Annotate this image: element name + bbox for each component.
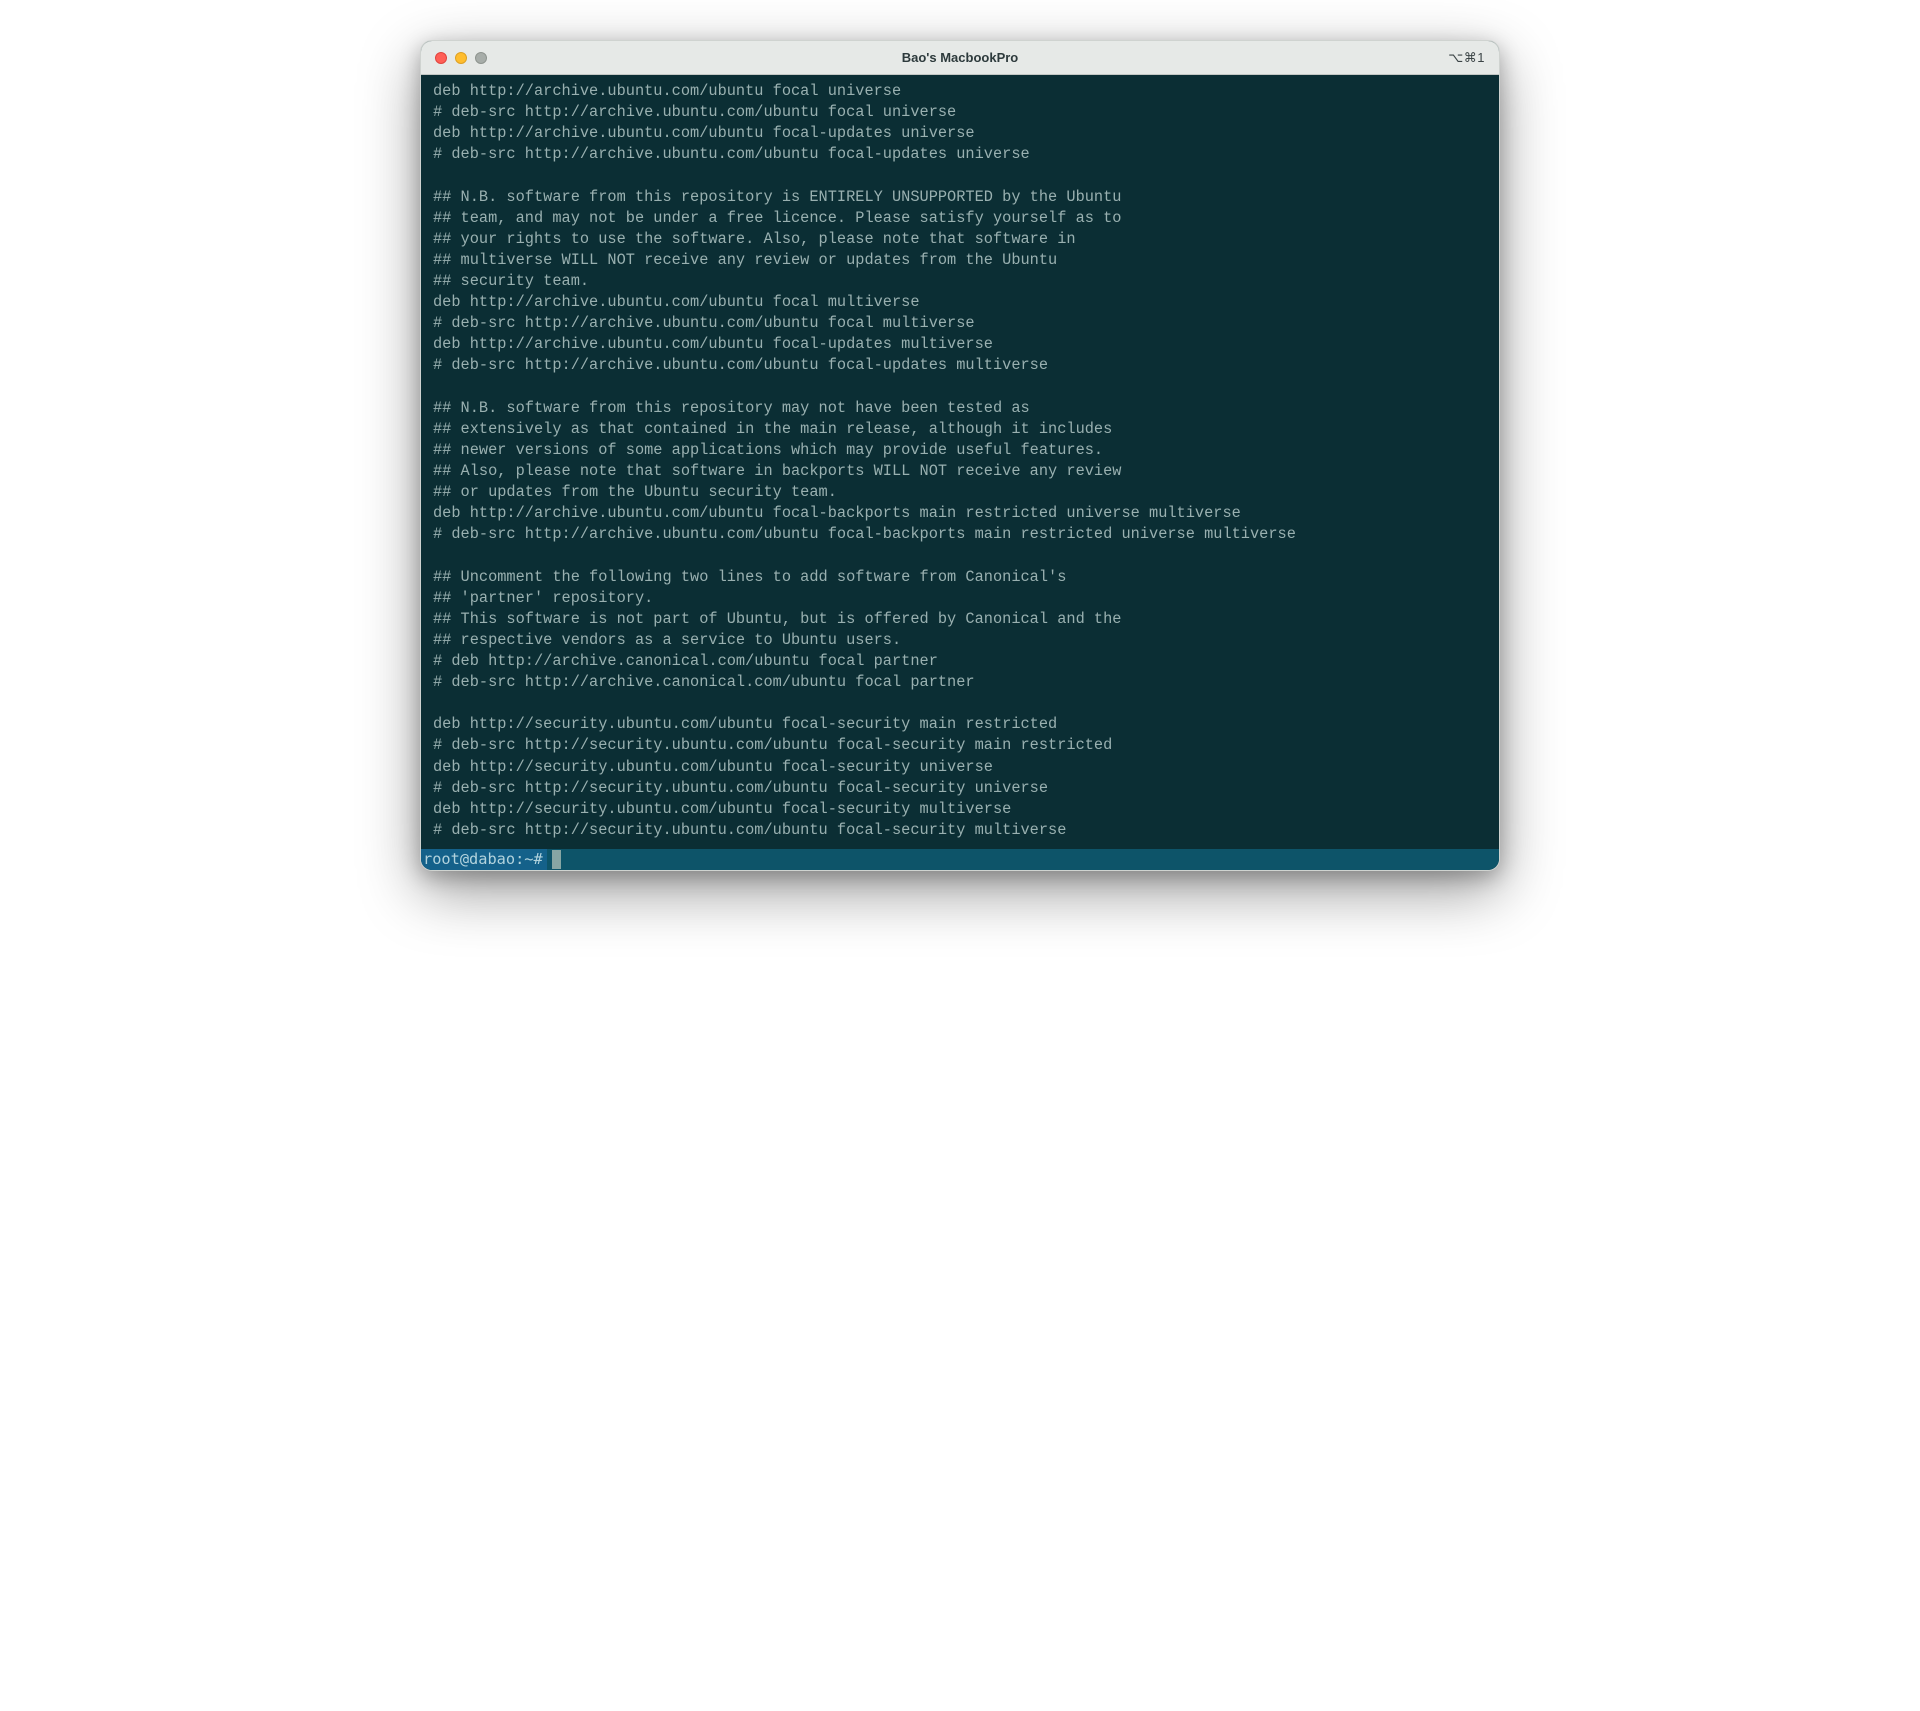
close-button[interactable] bbox=[435, 52, 447, 64]
terminal-line bbox=[433, 693, 1487, 714]
prompt-bar[interactable]: root@dabao:~# bbox=[421, 849, 1499, 870]
terminal-line: # deb-src http://archive.ubuntu.com/ubun… bbox=[433, 102, 1487, 123]
terminal-line: deb http://archive.ubuntu.com/ubuntu foc… bbox=[433, 334, 1487, 355]
terminal-line: deb http://security.ubuntu.com/ubuntu fo… bbox=[433, 714, 1487, 735]
terminal-line: deb http://security.ubuntu.com/ubuntu fo… bbox=[433, 799, 1487, 820]
cursor bbox=[552, 850, 561, 869]
terminal-line: # deb-src http://security.ubuntu.com/ubu… bbox=[433, 778, 1487, 799]
traffic-lights bbox=[435, 52, 487, 64]
terminal-line: ## security team. bbox=[433, 271, 1487, 292]
terminal-line: deb http://archive.ubuntu.com/ubuntu foc… bbox=[433, 81, 1487, 102]
minimize-button[interactable] bbox=[455, 52, 467, 64]
shell-prompt: root@dabao:~# bbox=[421, 849, 547, 870]
titlebar: Bao's MacbookPro ⌥⌘1 bbox=[421, 41, 1499, 75]
terminal-line: ## N.B. software from this repository is… bbox=[433, 187, 1487, 208]
terminal-line bbox=[433, 165, 1487, 186]
terminal-line: deb http://security.ubuntu.com/ubuntu fo… bbox=[433, 757, 1487, 778]
maximize-button[interactable] bbox=[475, 52, 487, 64]
shortcut-indicator: ⌥⌘1 bbox=[1448, 50, 1485, 66]
terminal-line: # deb-src http://security.ubuntu.com/ubu… bbox=[433, 820, 1487, 841]
terminal-line: ## your rights to use the software. Also… bbox=[433, 229, 1487, 250]
terminal-line: # deb-src http://archive.canonical.com/u… bbox=[433, 672, 1487, 693]
terminal-line: ## This software is not part of Ubuntu, … bbox=[433, 609, 1487, 630]
terminal-line: ## team, and may not be under a free lic… bbox=[433, 208, 1487, 229]
terminal-line: deb http://archive.ubuntu.com/ubuntu foc… bbox=[433, 503, 1487, 524]
terminal-line bbox=[433, 545, 1487, 566]
terminal-line: # deb-src http://archive.ubuntu.com/ubun… bbox=[433, 524, 1487, 545]
terminal-line: # deb-src http://security.ubuntu.com/ubu… bbox=[433, 735, 1487, 756]
terminal-line: ## respective vendors as a service to Ub… bbox=[433, 630, 1487, 651]
terminal-line: ## extensively as that contained in the … bbox=[433, 419, 1487, 440]
terminal-line: deb http://archive.ubuntu.com/ubuntu foc… bbox=[433, 292, 1487, 313]
terminal-line: # deb-src http://archive.ubuntu.com/ubun… bbox=[433, 355, 1487, 376]
terminal-line: deb http://archive.ubuntu.com/ubuntu foc… bbox=[433, 123, 1487, 144]
terminal-line: ## 'partner' repository. bbox=[433, 588, 1487, 609]
terminal-line: # deb http://archive.canonical.com/ubunt… bbox=[433, 651, 1487, 672]
terminal-line: ## or updates from the Ubuntu security t… bbox=[433, 482, 1487, 503]
terminal-line: # deb-src http://archive.ubuntu.com/ubun… bbox=[433, 144, 1487, 165]
window-title: Bao's MacbookPro bbox=[421, 50, 1499, 65]
terminal-line: ## newer versions of some applications w… bbox=[433, 440, 1487, 461]
terminal-output[interactable]: deb http://archive.ubuntu.com/ubuntu foc… bbox=[421, 75, 1499, 849]
terminal-line: ## multiverse WILL NOT receive any revie… bbox=[433, 250, 1487, 271]
terminal-line: ## Uncomment the following two lines to … bbox=[433, 567, 1487, 588]
terminal-line: ## Also, please note that software in ba… bbox=[433, 461, 1487, 482]
terminal-window: Bao's MacbookPro ⌥⌘1 deb http://archive.… bbox=[420, 40, 1500, 871]
terminal-line: ## N.B. software from this repository ma… bbox=[433, 398, 1487, 419]
terminal-line bbox=[433, 377, 1487, 398]
terminal-line: # deb-src http://archive.ubuntu.com/ubun… bbox=[433, 313, 1487, 334]
